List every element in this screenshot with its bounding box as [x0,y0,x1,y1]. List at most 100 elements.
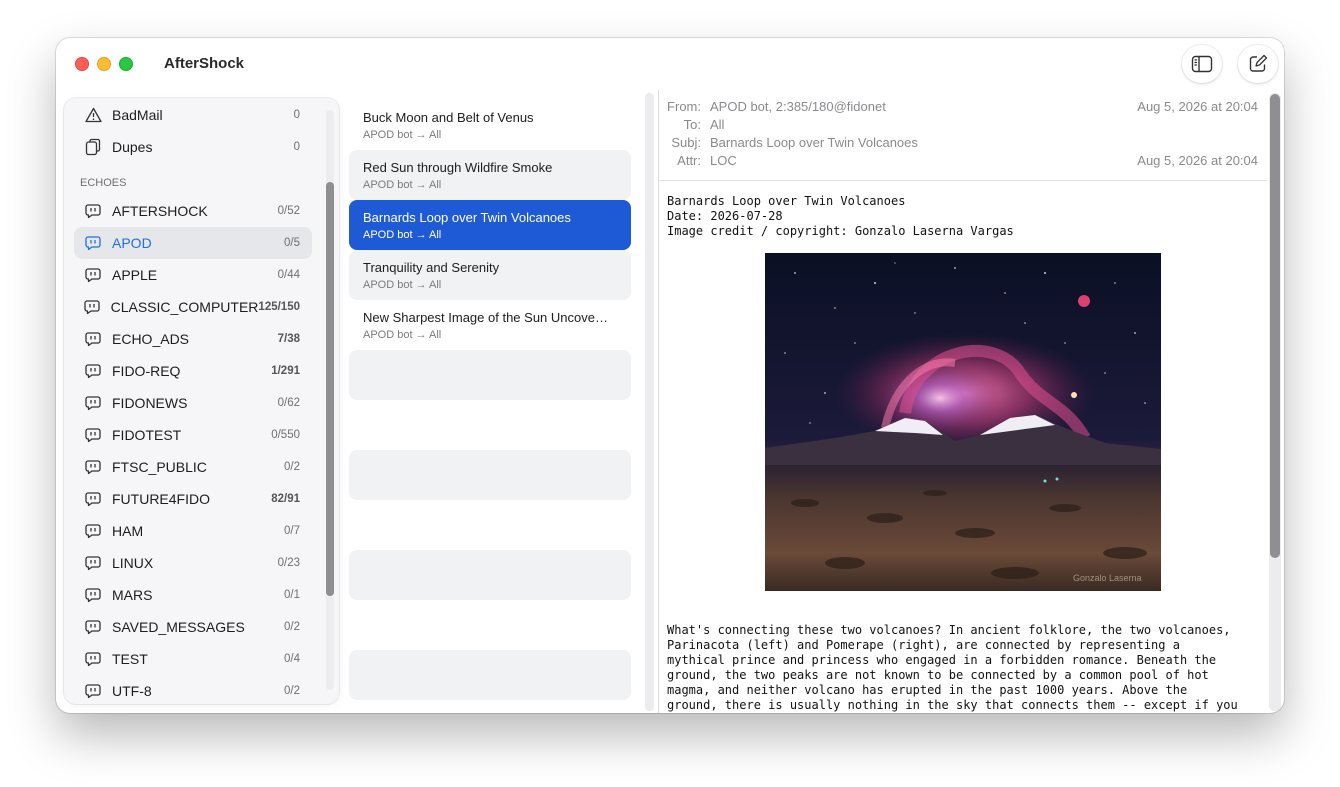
body-line: Parinacota (left) and Pomerape (right), … [667,638,1180,652]
message-subject: Red Sun through Wildfire Smoke [363,160,553,175]
message-bubble-icon [84,330,102,348]
message-bubble-icon [84,554,102,572]
message-bubble-icon [84,298,101,316]
sidebar-item-label: FIDOTEST [112,427,182,443]
warning-icon [84,106,102,124]
sidebar-item-count: 0/44 [277,269,300,281]
compose-icon [1249,54,1268,72]
attr-label: Attr: [677,153,701,168]
close-window-button[interactable] [75,57,89,71]
attr-value: LOC [710,153,737,168]
message-bubble-icon [84,490,102,508]
apod-image: Gonzalo Laserna [765,253,1161,591]
sidebar-item-label: Dupes [112,139,153,155]
sidebar-item-count: 0 [293,141,300,153]
message-from-to: APOD bot → All [363,129,442,141]
sidebar-item-count: 0/62 [277,397,300,409]
date-received: Aug 5, 2026 at 20:04 [1137,153,1258,168]
sidebar-item-echo[interactable]: APOD 0/5 [74,227,312,259]
sidebar-item-echo[interactable]: UTF-8 0/2 [74,675,312,704]
empty-list-item [349,650,631,700]
message-list-item[interactable]: Barnards Loop over Twin Volcanoes APOD bo… [349,200,631,250]
sidebar-item-count: 1/291 [271,365,300,377]
sidebar-item-label: UTF-8 [112,683,152,699]
sidebar-item-label: APOD [112,235,152,251]
subject-value: Barnards Loop over Twin Volcanoes [710,135,918,150]
message-from-to: APOD bot → All [363,229,442,241]
message-from-to: APOD bot → All [363,279,442,291]
message-bubble-icon [84,426,102,444]
message-subject: Buck Moon and Belt of Venus [363,110,534,125]
message-bubble-icon [84,362,102,380]
body-line: mythical prince and princess who engaged… [667,653,1217,667]
minimize-window-button[interactable] [97,57,111,71]
message-list-item[interactable]: New Sharpest Image of the Sun Uncove… APO… [349,300,631,350]
sidebar-item-label: CLASSIC_COMPUTER [110,299,259,315]
message-bubble-icon [84,618,102,636]
empty-list-item [349,450,631,500]
sidebar-item-count: 0/4 [284,653,300,665]
compose-button[interactable] [1238,45,1278,83]
sidebar-item-echo[interactable]: HAM 0/7 [74,515,312,547]
sidebar-item-count: 7/38 [277,333,300,345]
message-list-item[interactable]: Red Sun through Wildfire Smoke APOD bot →… [349,150,631,200]
sidebar-item-label: FTSC_PUBLIC [112,459,207,475]
body-line: Image credit / copyright: Gonzalo Lasern… [667,224,1014,238]
sidebar-item-echo[interactable]: ECHO_ADS 7/38 [74,323,312,355]
sidebar-item-label: FUTURE4FIDO [112,491,210,507]
body-line: What's connecting these two volcanoes? I… [667,623,1231,637]
to-value: All [710,117,725,132]
message-list-item[interactable]: Tranquility and Serenity APOD bot → All [349,250,631,300]
message-bubble-icon [84,394,102,412]
sidebar-item-count: 0/2 [284,685,300,697]
body-line: magma, and neither volcano has erupted i… [667,683,1188,697]
sidebar-item-count: 82/91 [271,493,300,505]
message-bubble-icon [84,458,102,476]
sidebar-item-echo[interactable]: APPLE 0/44 [74,259,312,291]
message-from-to: APOD bot → All [363,179,442,191]
body-line: Barnards Loop over Twin Volcanoes [667,194,906,208]
sidebar-item-label: ECHO_ADS [112,331,190,347]
message-from-to: APOD bot → All [363,329,442,341]
sidebar-item-label: APPLE [112,267,158,283]
message-list-scrollbar[interactable] [645,93,654,711]
sidebar-item-count: 0/23 [277,557,300,569]
sidebar-item-echo[interactable]: FTSC_PUBLIC 0/2 [74,451,312,483]
sidebar-item-echo[interactable]: FIDONEWS 0/62 [74,387,312,419]
sidebar-item-label: SAVED_MESSAGES [112,619,245,635]
body-line: ground, the two peaks are not known to b… [667,668,1209,682]
sidebar: BadMail 0 Dupes 0 ECHOES AFTERSHOCK 0/52 A… [64,98,339,704]
message-bubble-icon [84,202,102,220]
sidebar-scrollbar-thumb[interactable] [326,182,334,596]
message-bubble-icon [84,586,102,604]
photo-watermark: Gonzalo Laserna [1073,573,1142,583]
subject-label: Subj: [671,135,701,150]
sidebar-item-label: BadMail [112,107,163,123]
message-bubble-icon [84,234,102,252]
reader-scrollbar-thumb[interactable] [1270,94,1280,558]
message-bubble-icon [84,266,102,284]
copy-icon [84,138,102,156]
sidebar-item-label: AFTERSHOCK [112,203,208,219]
sidebar-item-dupes[interactable]: Dupes 0 [74,131,312,163]
sidebar-item-echo[interactable]: MARS 0/1 [74,579,312,611]
app-window: AfterShock BadMail 0 Dupes 0 ECHOES AFTE… [56,38,1284,713]
sidebar-item-echo[interactable]: TEST 0/4 [74,643,312,675]
sidebar-item-echo[interactable]: SAVED_MESSAGES 0/2 [74,611,312,643]
sidebar-item-count: 0/1 [284,589,300,601]
sidebar-item-badmail[interactable]: BadMail 0 [74,99,312,131]
sidebar-item-echo[interactable]: AFTERSHOCK 0/52 [74,195,312,227]
zoom-window-button[interactable] [119,57,133,71]
sidebar-item-echo[interactable]: CLASSIC_COMPUTER 125/150 [74,291,312,323]
sidebar-item-echo[interactable]: FUTURE4FIDO 82/91 [74,483,312,515]
sidebar-item-echo[interactable]: FIDOTEST 0/550 [74,419,312,451]
sidebar-item-echo[interactable]: FIDO-REQ 1/291 [74,355,312,387]
sidebar-item-echo[interactable]: LINUX 0/23 [74,547,312,579]
section-title-echoes: ECHOES [80,177,127,189]
from-value[interactable]: APOD bot, 2:385/180@fidonet [710,99,886,114]
date-written: Aug 5, 2026 at 20:04 [1137,99,1258,114]
sidebar-icon [1191,55,1213,73]
message-list-item[interactable]: Buck Moon and Belt of Venus APOD bot → Al… [349,100,631,150]
from-label: From: [667,99,701,114]
toggle-sidebar-button[interactable] [1182,45,1222,83]
